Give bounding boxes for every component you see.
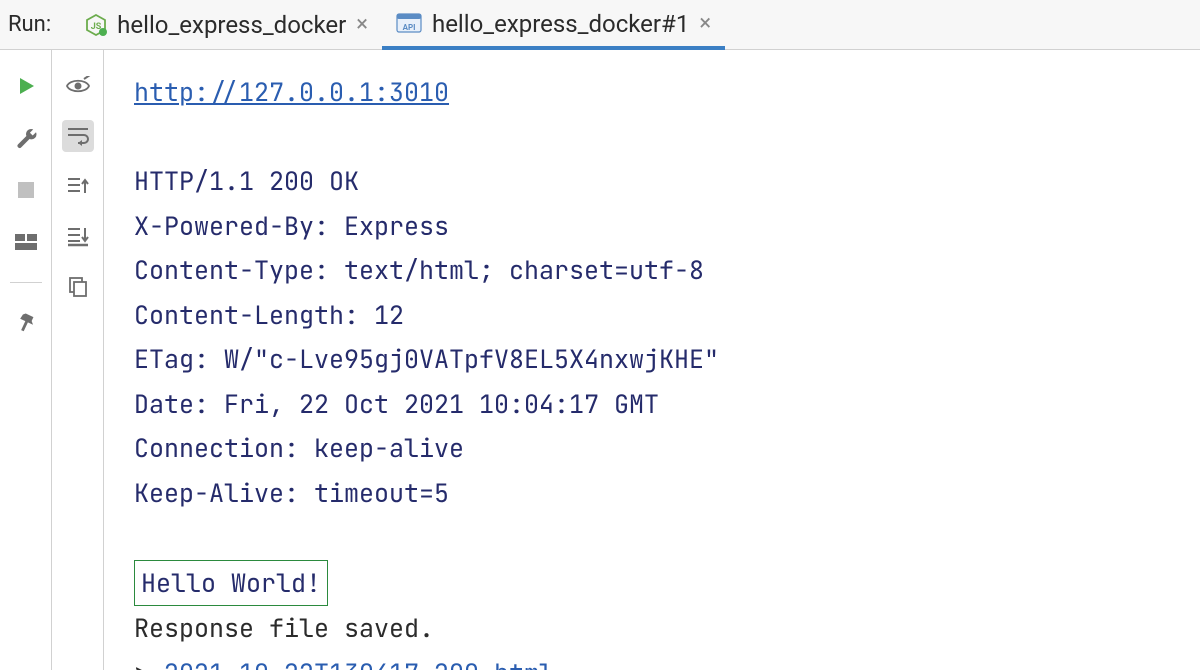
response-header: Connection: keep-alive [134, 426, 1170, 471]
response-header: Content-Length: 12 [134, 293, 1170, 338]
toolbar-divider [10, 282, 42, 283]
svg-text:API: API [403, 23, 416, 32]
panel-title: Run: [0, 12, 71, 37]
wrench-icon[interactable] [10, 122, 42, 154]
tab-hello-express-docker[interactable]: JS hello_express_docker × [71, 0, 382, 49]
primary-toolbar [0, 50, 52, 670]
saved-file-prefix: > [134, 656, 164, 670]
scroll-to-top-icon[interactable] [62, 170, 94, 202]
response-header: X-Powered-By: Express [134, 204, 1170, 249]
tabs-container: JS hello_express_docker × API hello_expr… [71, 0, 725, 49]
saved-file-line: > 2021-10-22T130417.200.html [134, 651, 1170, 670]
secondary-toolbar [52, 50, 104, 670]
api-icon: API [396, 13, 422, 35]
tab-label: hello_express_docker [117, 11, 346, 39]
run-button[interactable] [10, 70, 42, 102]
main-area: http://127.0.0.1:3010 HTTP/1.1 200 OK X-… [0, 50, 1200, 670]
response-header: Date: Fri, 22 Oct 2021 10:04:17 GMT [134, 382, 1170, 427]
response-header: Keep-Alive: timeout=5 [134, 471, 1170, 516]
close-icon[interactable]: × [356, 12, 368, 37]
status-line: HTTP/1.1 200 OK [134, 159, 1170, 204]
blank-line [134, 515, 1170, 560]
tab-hello-express-docker-1[interactable]: API hello_express_docker#1 × [382, 1, 725, 50]
nodejs-icon: JS [85, 14, 107, 36]
run-panel-header: Run: JS hello_express_docker × API h [0, 0, 1200, 50]
stop-button[interactable] [10, 174, 42, 206]
close-icon[interactable]: × [699, 11, 711, 36]
pin-icon[interactable] [10, 307, 42, 339]
tab-label: hello_express_docker#1 [432, 10, 689, 38]
request-url-link[interactable]: http://127.0.0.1:3010 [134, 75, 449, 109]
soft-wrap-icon[interactable] [62, 120, 94, 152]
blank-line [134, 115, 1170, 160]
show-icon[interactable] [62, 70, 94, 102]
response-saved-label: Response file saved. [134, 606, 1170, 651]
copy-icon[interactable] [62, 270, 94, 302]
console-output[interactable]: http://127.0.0.1:3010 HTTP/1.1 200 OK X-… [104, 50, 1200, 670]
layout-icon[interactable] [10, 226, 42, 258]
response-body: Hello World! [134, 560, 328, 607]
response-header: Content-Type: text/html; charset=utf-8 [134, 248, 1170, 293]
scroll-to-bottom-icon[interactable] [62, 220, 94, 252]
saved-file-link[interactable]: 2021-10-22T130417.200.html [164, 656, 554, 670]
response-header: ETag: W/"c-Lve95gj0VATpfV8EL5X4nxwjKHE" [134, 337, 1170, 382]
